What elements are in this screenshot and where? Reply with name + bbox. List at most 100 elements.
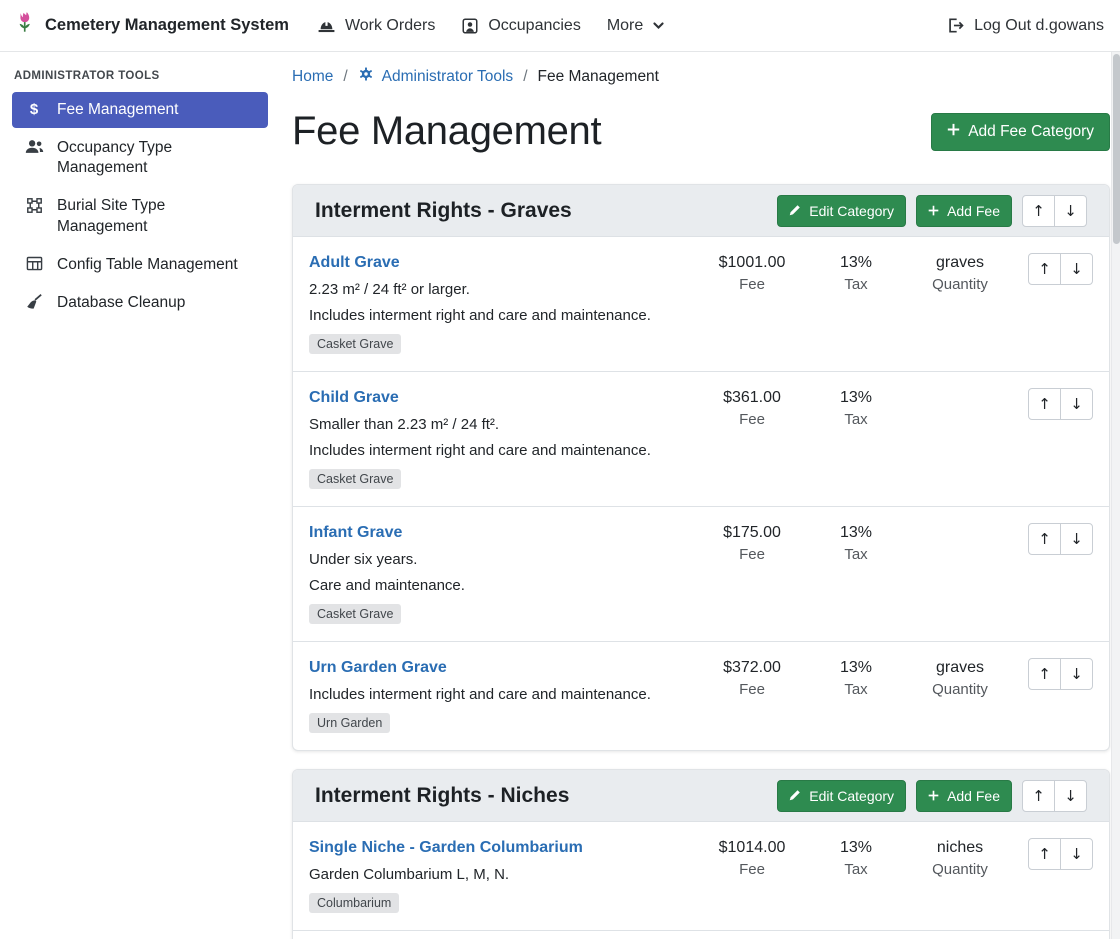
fee-info: Child Grave Smaller than 2.23 m² / 24 ft… xyxy=(309,387,700,489)
tulip-logo-icon xyxy=(14,11,36,40)
fee-description: Under six years. xyxy=(309,551,690,568)
fee-name-link[interactable]: Single Niche - Garden Columbarium xyxy=(309,839,583,857)
fee-type-tag: Urn Garden xyxy=(309,713,390,733)
fee-row: Companion Niche - Garden Columbarium Gar… xyxy=(293,930,1109,939)
fee-label: Fee xyxy=(700,546,804,563)
broom-icon xyxy=(24,294,44,310)
move-fee-down-button[interactable]: ↓ xyxy=(1060,838,1093,870)
move-category-up-button[interactable]: ↑ xyxy=(1022,195,1055,227)
vector-square-icon xyxy=(24,197,44,214)
edit-category-button[interactable]: Edit Category xyxy=(777,780,906,812)
move-fee-up-button[interactable]: ↑ xyxy=(1028,523,1061,555)
add-fee-button[interactable]: Add Fee xyxy=(916,780,1012,812)
category-actions: Edit Category Add Fee ↑ ↓ xyxy=(777,780,1087,812)
chevron-down-icon xyxy=(652,19,665,32)
category-reorder-group: ↑ ↓ xyxy=(1022,780,1087,812)
add-fee-category-label: Add Fee Category xyxy=(968,123,1094,141)
move-fee-down-button[interactable]: ↓ xyxy=(1060,523,1093,555)
page-scrollbar[interactable] xyxy=(1111,52,1120,939)
plus-icon xyxy=(928,788,939,804)
category-header: Interment Rights - Graves Edit Category … xyxy=(293,185,1109,237)
fee-reorder-group: ↑ ↓ xyxy=(1028,838,1093,870)
fee-label: Fee xyxy=(700,861,804,878)
fee-name-link[interactable]: Adult Grave xyxy=(309,254,400,272)
nav-more[interactable]: More xyxy=(607,17,665,35)
add-fee-button[interactable]: Add Fee xyxy=(916,195,1012,227)
fee-category-card: Interment Rights - Graves Edit Category … xyxy=(292,184,1110,751)
add-fee-category-button[interactable]: Add Fee Category xyxy=(931,113,1110,151)
fee-info: Adult Grave 2.23 m² / 24 ft² or larger. … xyxy=(309,252,700,354)
move-fee-down-button[interactable]: ↓ xyxy=(1060,658,1093,690)
quantity-unit-value: graves xyxy=(908,254,1012,272)
tax-column: 13% Tax xyxy=(804,657,908,698)
fee-row: Child Grave Smaller than 2.23 m² / 24 ft… xyxy=(293,371,1109,506)
arrow-down-icon: ↓ xyxy=(1070,530,1083,548)
tax-label: Tax xyxy=(804,411,908,428)
tax-column: 13% Tax xyxy=(804,387,908,428)
sidebar-item-config-table-management[interactable]: Config Table Management xyxy=(12,247,268,283)
move-fee-up-button[interactable]: ↑ xyxy=(1028,253,1061,285)
fee-amount-column: $372.00 Fee xyxy=(700,657,804,698)
edit-category-label: Edit Category xyxy=(809,203,894,219)
fee-list: Adult Grave 2.23 m² / 24 ft² or larger. … xyxy=(293,237,1109,750)
sidebar-item-occupancy-type-management[interactable]: Occupancy Type Management xyxy=(12,130,268,186)
admin-sidebar: ADMINISTRATOR TOOLS $ Fee Management Occ… xyxy=(0,52,280,939)
scrollbar-thumb[interactable] xyxy=(1113,54,1120,244)
category-header: Interment Rights - Niches Edit Category … xyxy=(293,770,1109,822)
arrow-up-icon: ↑ xyxy=(1038,260,1051,278)
edit-category-button[interactable]: Edit Category xyxy=(777,195,906,227)
fee-description: Garden Columbarium L, M, N. xyxy=(309,866,690,883)
move-fee-up-button[interactable]: ↑ xyxy=(1028,838,1061,870)
tax-column: 13% Tax xyxy=(804,252,908,293)
fee-info: Urn Garden Grave Includes interment righ… xyxy=(309,657,700,733)
app-brand[interactable]: Cemetery Management System xyxy=(14,11,289,40)
move-fee-down-button[interactable]: ↓ xyxy=(1060,253,1093,285)
nav-work-orders[interactable]: Work Orders xyxy=(317,17,435,35)
fee-name-link[interactable]: Infant Grave xyxy=(309,524,402,542)
app-title: Cemetery Management System xyxy=(45,16,289,35)
tax-label: Tax xyxy=(804,861,908,878)
fee-description: Smaller than 2.23 m² / 24 ft². xyxy=(309,416,690,433)
move-fee-down-button[interactable]: ↓ xyxy=(1060,388,1093,420)
fee-amount-value: $1014.00 xyxy=(700,839,804,857)
sidebar-item-label: Config Table Management xyxy=(57,255,238,275)
sidebar-item-burial-site-type-management[interactable]: Burial Site Type Management xyxy=(12,188,268,244)
move-category-up-button[interactable]: ↑ xyxy=(1022,780,1055,812)
nav-occupancies[interactable]: Occupancies xyxy=(461,17,581,35)
arrow-down-icon: ↓ xyxy=(1064,202,1077,220)
logout-icon xyxy=(946,17,965,34)
move-category-down-button[interactable]: ↓ xyxy=(1054,195,1087,227)
breadcrumb-admin-tools-link[interactable]: Administrator Tools xyxy=(358,66,514,87)
move-fee-up-button[interactable]: ↑ xyxy=(1028,388,1061,420)
arrow-up-icon: ↑ xyxy=(1038,395,1051,413)
sidebar-item-fee-management[interactable]: $ Fee Management xyxy=(12,92,268,128)
move-fee-up-button[interactable]: ↑ xyxy=(1028,658,1061,690)
sidebar-item-database-cleanup[interactable]: Database Cleanup xyxy=(12,285,268,321)
fee-type-tag: Columbarium xyxy=(309,893,399,913)
arrow-down-icon: ↓ xyxy=(1070,665,1083,683)
logout-button[interactable]: Log Out d.gowans xyxy=(946,17,1104,35)
arrow-up-icon: ↑ xyxy=(1038,845,1051,863)
breadcrumb: Home / Administrator Tools / Fee Managem… xyxy=(292,66,1110,87)
table-icon xyxy=(24,256,44,271)
fee-info: Single Niche - Garden Columbarium Garden… xyxy=(309,837,700,913)
category-title: Interment Rights - Graves xyxy=(315,199,777,223)
move-category-down-button[interactable]: ↓ xyxy=(1054,780,1087,812)
quantity-label: Quantity xyxy=(908,681,1012,698)
tax-value: 13% xyxy=(804,659,908,677)
fee-amount-column: $1014.00 Fee xyxy=(700,837,804,878)
fee-name-link[interactable]: Child Grave xyxy=(309,389,399,407)
arrow-up-icon: ↑ xyxy=(1038,530,1051,548)
sidebar-item-label: Occupancy Type Management xyxy=(57,138,256,178)
fee-row: Adult Grave 2.23 m² / 24 ft² or larger. … xyxy=(293,237,1109,371)
fee-amount-column: $1001.00 Fee xyxy=(700,252,804,293)
plus-icon xyxy=(947,123,960,141)
breadcrumb-home-link[interactable]: Home xyxy=(292,68,333,86)
add-fee-label: Add Fee xyxy=(947,788,1000,804)
fee-amount-value: $175.00 xyxy=(700,524,804,542)
quantity-column xyxy=(908,522,1012,524)
tax-value: 13% xyxy=(804,254,908,272)
fee-name-link[interactable]: Urn Garden Grave xyxy=(309,659,447,677)
arrow-down-icon: ↓ xyxy=(1064,787,1077,805)
quantity-unit-value: niches xyxy=(908,839,1012,857)
